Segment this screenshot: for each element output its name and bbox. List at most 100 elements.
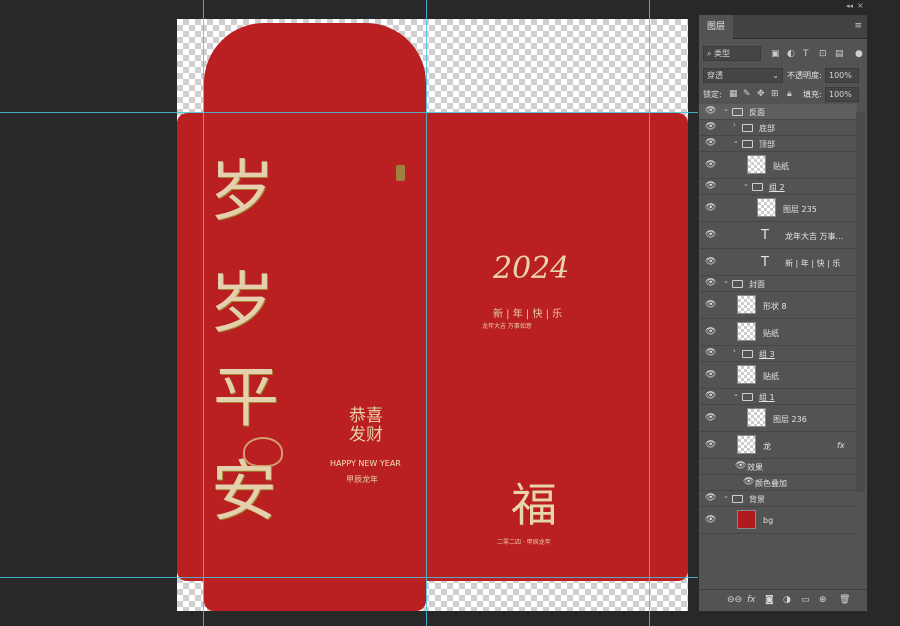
document-canvas[interactable]: 岁 岁 平 安 恭喜发财 HAPPY NEW YEAR 甲辰龙年 2024 新 …: [177, 19, 688, 611]
layer-row[interactable]: 👁︎ › 底部: [699, 120, 857, 136]
visibility-eye-icon[interactable]: 👁︎: [705, 391, 716, 401]
layer-row[interactable]: 👁︎ 龙 fx: [699, 432, 857, 459]
lock-move-icon[interactable]: ✥: [757, 88, 765, 100]
guide-horizontal[interactable]: [0, 112, 698, 113]
layer-row[interactable]: 👁︎ ⌄ 背景: [699, 491, 857, 507]
visibility-eye-icon[interactable]: 👁︎: [705, 230, 716, 240]
layer-thumbnail: [737, 295, 756, 314]
mask-icon[interactable]: ◙: [765, 595, 774, 605]
layer-row[interactable]: 👁︎ 颜色叠加: [699, 475, 857, 491]
layer-name: bg: [763, 516, 774, 525]
collapse-arrow-icon[interactable]: ⌄: [723, 105, 729, 113]
visibility-eye-icon[interactable]: 👁︎: [705, 160, 716, 170]
visibility-eye-icon[interactable]: 👁︎: [705, 138, 716, 148]
visibility-eye-icon[interactable]: 👁︎: [705, 440, 716, 450]
filter-toggle-icon[interactable]: ●: [855, 48, 863, 60]
layer-row[interactable]: 👁︎ bg: [699, 507, 857, 534]
search-icon: ⌕: [707, 49, 715, 58]
layer-row[interactable]: 👁︎ ⌄ 组 1: [699, 389, 857, 405]
effect-visibility-eye-icon[interactable]: 👁︎: [735, 461, 746, 471]
layer-row[interactable]: 👁︎ 形状 8: [699, 292, 857, 319]
layer-name: 贴纸: [763, 372, 779, 381]
lock-transparent-icon[interactable]: ▦: [729, 88, 738, 100]
layer-row[interactable]: 👁︎ 图层 236: [699, 405, 857, 432]
layer-row[interactable]: 👁︎ 效果: [699, 459, 857, 475]
visibility-eye-icon[interactable]: 👁︎: [705, 257, 716, 267]
layer-row[interactable]: 👁︎ T 龙年大吉 万事...: [699, 222, 857, 249]
visibility-eye-icon[interactable]: 👁︎: [705, 278, 716, 288]
new-layer-icon[interactable]: ⊕: [819, 595, 827, 605]
layer-name: 龙: [763, 442, 771, 451]
visibility-eye-icon[interactable]: 👁︎: [705, 181, 716, 191]
layer-row[interactable]: 👁︎ T 新 | 年 | 快 | 乐: [699, 249, 857, 276]
layers-scrollbar[interactable]: [856, 112, 865, 492]
fill-input[interactable]: 100%: [825, 87, 859, 102]
collapse-arrow-icon[interactable]: ⌄: [743, 180, 749, 188]
close-panel-icon[interactable]: ×: [857, 1, 864, 10]
lock-artboard-icon[interactable]: ⊞: [771, 88, 779, 100]
layer-thumbnail: [747, 155, 766, 174]
collapse-icon[interactable]: ◂◂: [846, 2, 853, 10]
visibility-eye-icon[interactable]: 👁︎: [705, 300, 716, 310]
visibility-eye-icon[interactable]: 👁︎: [705, 327, 716, 337]
folder-icon: [752, 183, 763, 191]
layer-row[interactable]: 👁︎ 贴纸: [699, 362, 857, 389]
filter-shape-icon[interactable]: ⊡: [819, 48, 827, 60]
trash-icon[interactable]: 🗑︎: [839, 595, 850, 605]
kind-filter-select[interactable]: ⌕ 类型: [703, 46, 761, 61]
visibility-eye-icon[interactable]: 👁︎: [705, 203, 716, 213]
guide-horizontal[interactable]: [0, 577, 698, 578]
layer-row[interactable]: 👁︎ ⌄ 组 2: [699, 179, 857, 195]
layer-row[interactable]: 👁︎ ⌄ 反面: [699, 104, 857, 120]
collapse-arrow-icon[interactable]: ⌄: [723, 277, 729, 285]
visibility-eye-icon[interactable]: 👁︎: [705, 413, 716, 423]
layer-row[interactable]: 👁︎ › 组 3: [699, 346, 857, 362]
visibility-eye-icon[interactable]: 👁︎: [705, 106, 716, 116]
visibility-eye-icon[interactable]: 👁︎: [705, 370, 716, 380]
visibility-eye-icon[interactable]: 👁︎: [705, 515, 716, 525]
seal-stamp-icon: [396, 165, 405, 181]
lock-label: 锁定:: [703, 90, 722, 99]
collapse-arrow-icon[interactable]: ⌄: [733, 137, 739, 145]
guide-vertical[interactable]: [426, 0, 427, 626]
layer-row[interactable]: 👁︎ 图层 235: [699, 195, 857, 222]
adjustment-icon[interactable]: ◑: [783, 595, 791, 605]
layers-panel: 图层 ≡ ⌕ 类型 ▣ ◐ T ⊡ ▤ ● 穿透 ⌄ 不透明度: 100% 锁定:…: [698, 14, 868, 612]
link-icon[interactable]: ⊖⊖: [727, 595, 742, 605]
fx-badge-icon[interactable]: fx: [837, 441, 845, 450]
lock-brush-icon[interactable]: ✎: [743, 88, 751, 100]
tab-layers[interactable]: 图层: [699, 15, 734, 39]
layer-name: 底部: [759, 124, 775, 133]
visibility-eye-icon[interactable]: 👁︎: [705, 122, 716, 132]
fill-value: 100%: [829, 90, 852, 99]
filter-smart-icon[interactable]: ▤: [835, 48, 844, 60]
layer-row[interactable]: 👁︎ ⌄ 封面: [699, 276, 857, 292]
guide-vertical[interactable]: [649, 0, 650, 626]
year-label-text: 甲辰龙年: [346, 475, 378, 484]
expand-arrow-icon[interactable]: ›: [733, 121, 736, 129]
filter-adjustment-icon[interactable]: ◐: [787, 48, 795, 60]
collapse-arrow-icon[interactable]: ⌄: [733, 390, 739, 398]
big-char-1: 岁: [209, 153, 275, 230]
folder-icon: [742, 140, 753, 148]
layer-row[interactable]: 👁︎ 贴纸: [699, 319, 857, 346]
blend-row: 穿透 ⌄ 不透明度: 100%: [699, 68, 867, 84]
visibility-eye-icon[interactable]: 👁︎: [705, 348, 716, 358]
filter-pixel-icon[interactable]: ▣: [771, 48, 780, 60]
collapse-arrow-icon[interactable]: ⌄: [723, 492, 729, 500]
blend-mode-select[interactable]: 穿透 ⌄: [703, 68, 783, 83]
filter-type-icon[interactable]: T: [803, 48, 809, 60]
visibility-eye-icon[interactable]: 👁︎: [705, 493, 716, 503]
panel-menu-icon[interactable]: ≡: [854, 21, 862, 31]
fx-icon[interactable]: fx: [747, 595, 756, 605]
opacity-input[interactable]: 100%: [825, 68, 859, 83]
layer-row[interactable]: 👁︎ ⌄ 顶部: [699, 136, 857, 152]
expand-arrow-icon[interactable]: ›: [733, 347, 736, 355]
lock-all-icon[interactable]: 🔒︎: [787, 88, 792, 100]
effect-visibility-eye-icon[interactable]: 👁︎: [743, 477, 754, 487]
guide-vertical[interactable]: [203, 0, 204, 626]
canvas-area[interactable]: 岁 岁 平 安 恭喜发财 HAPPY NEW YEAR 甲辰龙年 2024 新 …: [0, 0, 698, 626]
new-group-icon[interactable]: ▭: [801, 595, 810, 605]
layer-row[interactable]: 👁︎ 贴纸: [699, 152, 857, 179]
layer-name: 组 2: [769, 183, 785, 192]
